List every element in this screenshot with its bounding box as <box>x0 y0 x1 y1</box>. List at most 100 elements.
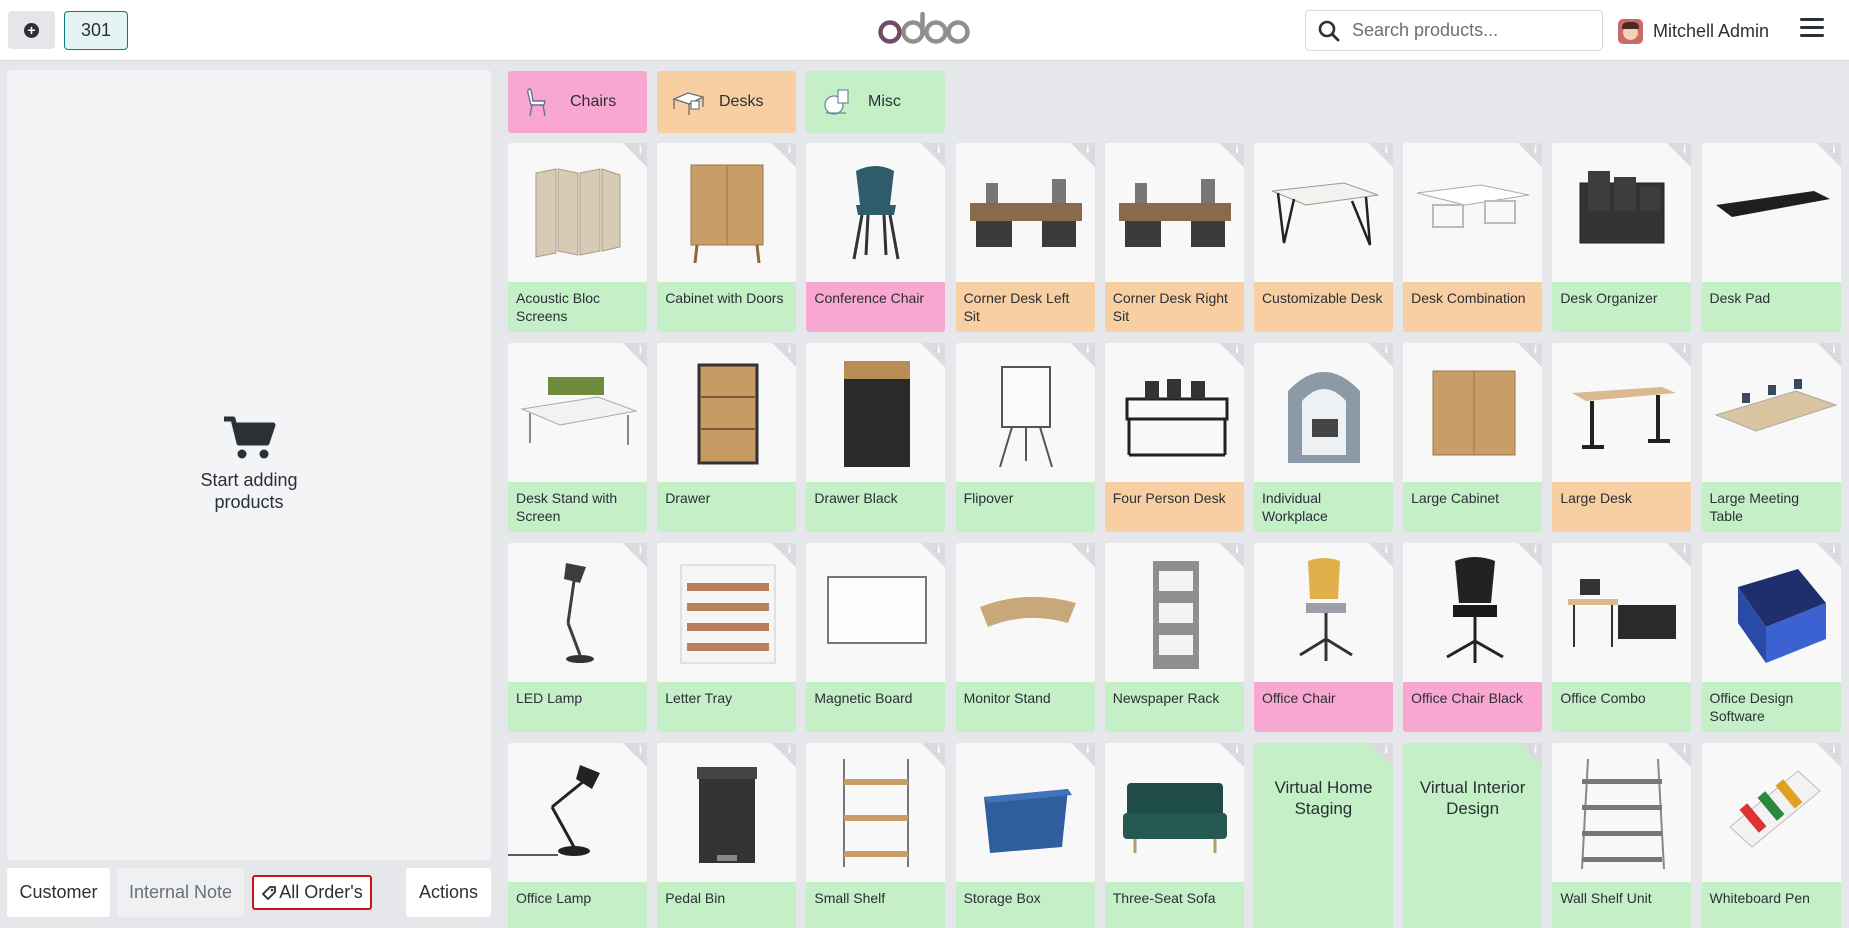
product-card[interactable]: Desk Stand with Screen i <box>508 343 647 532</box>
info-glyph: i <box>1086 345 1090 356</box>
product-info-icon[interactable]: i <box>1816 743 1841 767</box>
product-card[interactable]: Customizable Desk i <box>1253 143 1393 332</box>
product-info-icon[interactable]: i <box>921 743 946 767</box>
product-info-icon[interactable]: i <box>1667 343 1692 367</box>
product-card[interactable]: LED Lamp i <box>508 543 647 732</box>
product-card[interactable]: Desk Pad i <box>1701 143 1841 332</box>
product-info-icon[interactable]: i <box>1070 143 1095 167</box>
product-card[interactable]: Office Combo i <box>1552 543 1692 732</box>
product-info-icon[interactable]: i <box>921 543 946 567</box>
product-name: Magnetic Board <box>806 682 946 732</box>
info-glyph: i <box>1384 745 1388 756</box>
product-card[interactable]: Large Meeting Table i <box>1701 343 1841 532</box>
info-glyph: i <box>1533 545 1538 556</box>
product-info-icon[interactable]: i <box>1070 343 1095 367</box>
product-card[interactable]: Corner Desk Right Sit i <box>1104 143 1244 332</box>
product-info-icon[interactable]: i <box>1219 343 1244 367</box>
product-info-icon[interactable]: i <box>772 343 797 367</box>
product-info-icon[interactable]: i <box>623 543 647 567</box>
product-info-icon[interactable]: i <box>1070 743 1095 767</box>
product-name: Large Cabinet <box>1403 482 1543 532</box>
product-card[interactable]: Storage Box i <box>955 743 1095 928</box>
product-info-icon[interactable]: i <box>1368 543 1393 567</box>
product-info-icon[interactable]: i <box>1816 343 1841 367</box>
product-info-icon[interactable]: i <box>1219 743 1244 767</box>
product-info-icon[interactable]: i <box>1368 143 1393 167</box>
product-name: Corner Desk Left Sit <box>955 282 1095 332</box>
product-info-icon[interactable]: i <box>1219 543 1244 567</box>
category-chairs[interactable]: Chairs <box>508 71 647 133</box>
info-glyph: i <box>787 545 792 556</box>
product-name: Cabinet with Doors <box>657 282 797 332</box>
product-card[interactable]: Corner Desk Left Sit i <box>955 143 1095 332</box>
product-info-icon[interactable]: i <box>772 143 797 167</box>
product-info-icon[interactable]: i <box>1070 543 1095 567</box>
product-info-icon[interactable]: i <box>1368 743 1393 767</box>
product-info-icon[interactable]: i <box>1219 143 1244 167</box>
info-glyph: i <box>1533 345 1538 356</box>
product-card[interactable]: Drawer i <box>657 343 797 532</box>
internal-note-button[interactable]: Internal Note <box>117 868 244 917</box>
product-info-icon[interactable]: i <box>1518 743 1543 767</box>
product-card[interactable]: Small Shelf i <box>806 743 946 928</box>
product-card[interactable]: Office Design Software i <box>1701 543 1841 732</box>
product-card[interactable]: Virtual Home Staging i <box>1253 743 1393 928</box>
category-desks[interactable]: Desks <box>657 71 796 133</box>
product-name: Office Lamp <box>508 882 647 928</box>
product-info-icon[interactable]: i <box>1667 143 1692 167</box>
product-card[interactable]: Newspaper Rack i <box>1104 543 1244 732</box>
product-info-icon[interactable]: i <box>772 543 797 567</box>
product-info-icon[interactable]: i <box>1816 543 1841 567</box>
actions-button[interactable]: Actions <box>406 868 491 917</box>
product-card[interactable]: Desk Combination i <box>1403 143 1543 332</box>
product-card[interactable]: Three-Seat Sofa i <box>1104 743 1244 928</box>
product-card[interactable]: Office Lamp i <box>508 743 647 928</box>
product-info-icon[interactable]: i <box>1518 543 1543 567</box>
product-card[interactable]: Conference Chair i <box>806 143 946 332</box>
product-card[interactable]: Office Chair Black i <box>1403 543 1543 732</box>
product-card[interactable]: Drawer Black i <box>806 343 946 532</box>
product-info-icon[interactable]: i <box>1667 743 1692 767</box>
product-card[interactable]: Acoustic Bloc Screens i <box>508 143 647 332</box>
all-orders-button[interactable]: All Order's <box>252 875 372 910</box>
product-info-icon[interactable]: i <box>921 343 946 367</box>
product-info-icon[interactable]: i <box>623 343 647 367</box>
product-info-icon[interactable]: i <box>1518 343 1543 367</box>
product-card[interactable]: Whiteboard Pen i <box>1701 743 1841 928</box>
info-glyph: i <box>1682 345 1687 356</box>
customer-button[interactable]: Customer <box>7 868 110 917</box>
product-info-icon[interactable]: i <box>1667 543 1692 567</box>
product-info-icon[interactable]: i <box>623 743 647 767</box>
order-tab[interactable]: 301 <box>64 11 128 50</box>
product-name: Virtual Interior Design <box>1419 778 1526 818</box>
new-order-button[interactable]: + <box>8 11 55 49</box>
product-card[interactable]: Desk Organizer i <box>1552 143 1692 332</box>
product-info-icon[interactable]: i <box>772 743 797 767</box>
info-glyph: i <box>936 745 941 756</box>
product-card[interactable]: Flipover i <box>955 343 1095 532</box>
product-info-icon[interactable]: i <box>623 143 647 167</box>
product-card[interactable]: Four Person Desk i <box>1104 343 1244 532</box>
product-card[interactable]: Wall Shelf Unit i <box>1552 743 1692 928</box>
user-menu[interactable]: Mitchell Admin <box>1618 17 1769 45</box>
product-info-icon[interactable]: i <box>1518 143 1543 167</box>
product-info-icon[interactable]: i <box>1368 343 1393 367</box>
product-card[interactable]: Office Chair i <box>1253 543 1393 732</box>
info-glyph: i <box>1533 145 1538 156</box>
info-glyph: i <box>1235 745 1239 756</box>
product-card[interactable]: Pedal Bin i <box>657 743 797 928</box>
product-card[interactable]: Cabinet with Doors i <box>657 143 797 332</box>
product-card[interactable]: Letter Tray i <box>657 543 797 732</box>
product-card[interactable]: Monitor Stand i <box>955 543 1095 732</box>
product-card[interactable]: Individual Workplace i <box>1253 343 1393 532</box>
product-card[interactable]: Virtual Interior Design i <box>1403 743 1543 928</box>
product-info-icon[interactable]: i <box>1816 143 1841 167</box>
product-card[interactable]: Magnetic Board i <box>806 543 946 732</box>
hamburger-menu-icon[interactable] <box>1800 18 1824 42</box>
product-card[interactable]: Large Cabinet i <box>1403 343 1543 532</box>
category-misc[interactable]: Misc <box>806 71 945 133</box>
product-card[interactable]: Large Desk i <box>1552 343 1692 532</box>
search-input[interactable] <box>1352 20 1582 41</box>
product-info-icon[interactable]: i <box>921 143 946 167</box>
info-glyph: i <box>638 745 642 756</box>
